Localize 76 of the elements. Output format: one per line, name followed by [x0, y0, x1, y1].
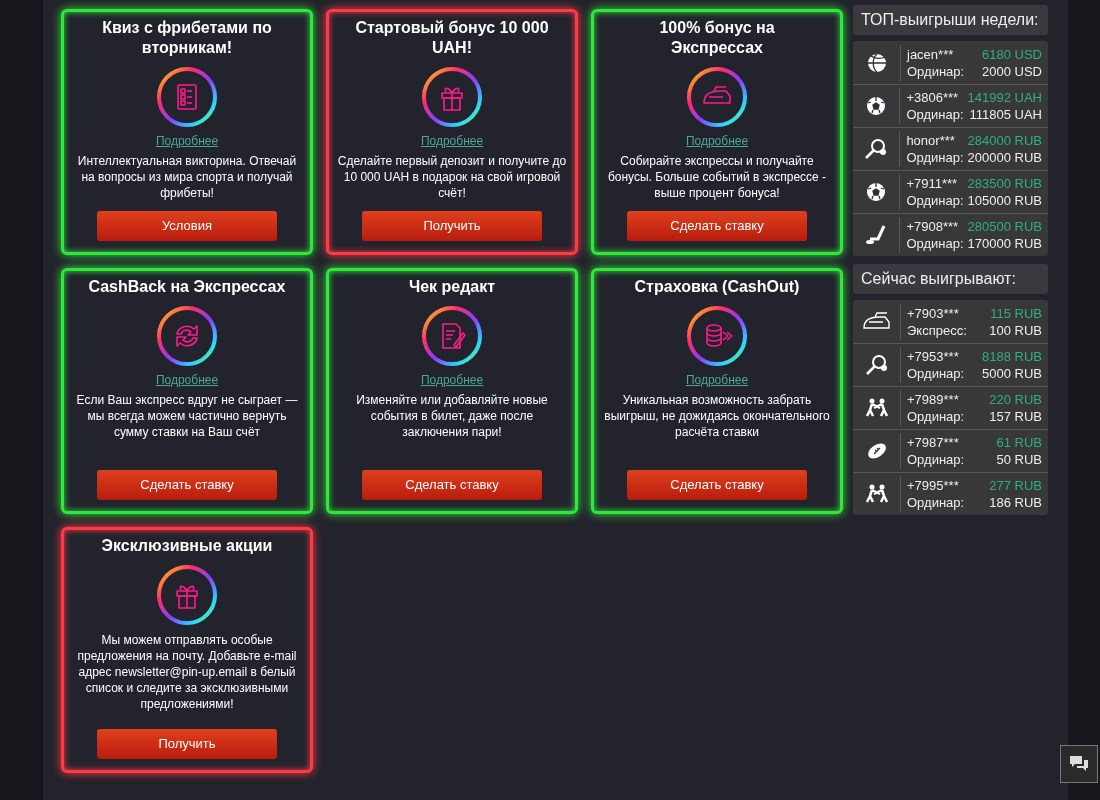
stake-amount: 2000 USD [981, 62, 1042, 80]
bet-type: Ординар: [906, 192, 964, 209]
checklist-icon [154, 64, 220, 130]
promo-description: Если Ваш экспресс вдруг не сыграет — мы всегда можем частично вернуть сумму ставки на Ваш счёт [75, 392, 299, 440]
win-amount: 283500 RUB [967, 175, 1042, 192]
details-link[interactable]: Подробнее [155, 133, 219, 149]
action-button[interactable]: Сделать ставку [627, 470, 807, 500]
promo-description: Интеллектуальная викторина. Отвечай на вопросы из мира спорта и получай фрибеты! [76, 153, 298, 201]
bet-type: Ординар: [906, 149, 964, 166]
stake-amount: 50 RUB [995, 451, 1042, 468]
bet-type: Ординар: [906, 106, 964, 123]
bet-type: Ординар: [907, 62, 965, 80]
bet-type: Ординар: [907, 494, 965, 511]
bet-type: Ординар: [907, 451, 965, 468]
action-button[interactable]: Получить [97, 729, 277, 759]
win-amount: 8188 RUB [981, 348, 1042, 365]
user-name: honor*** [906, 132, 956, 149]
user-name: +7995*** [907, 477, 960, 494]
coin-stack-icon [684, 303, 750, 369]
stake-amount: 186 RUB [988, 494, 1042, 511]
promo-title: Страховка (CashOut) [633, 277, 801, 297]
action-button[interactable]: Условия [97, 211, 277, 241]
win-amount: 61 RUB [995, 434, 1042, 451]
user-name: +7908*** [906, 218, 960, 235]
promo-title: Стартовый бонус 10 000 UAH! [354, 18, 550, 58]
stake-amount: 105000 RUB [967, 192, 1042, 209]
action-button[interactable]: Сделать ставку [362, 470, 542, 500]
user-name: +7903*** [907, 304, 960, 322]
details-link[interactable]: Подробнее [420, 133, 484, 149]
promo-description: Изменяйте или добавляйте новые события в билет, даже после заключения пари! [355, 392, 549, 440]
promo-title: CashBack на Экспрессах [87, 277, 287, 297]
details-link[interactable]: Подробнее [685, 372, 749, 388]
stake-amount: 157 RUB [988, 408, 1042, 425]
promo-title: Чек редакт [407, 277, 497, 297]
win-amount: 220 RUB [988, 391, 1042, 408]
bet-type: Ординар: [907, 408, 965, 425]
gift-icon [154, 562, 220, 628]
section-header: Сейчас выигрывают: [853, 264, 1048, 294]
details-link[interactable]: Подробнее [155, 372, 219, 388]
user-name: +7987*** [907, 434, 960, 451]
action-button[interactable]: Сделать ставку [97, 470, 277, 500]
win-amount: 115 RUB [989, 304, 1042, 322]
action-button[interactable]: Получить [362, 211, 542, 241]
promo-description: Уникальная возможность забрать выигрыш, не дожидаясь окончательного расчёта ставки [603, 392, 831, 440]
win-amount: 141992 UAH [967, 89, 1042, 106]
promo-description: Собирайте экспрессы и получайте бонусы. Больше событий в экспрессе - выше процент бонуса! [606, 153, 828, 201]
stake-amount: 170000 RUB [967, 235, 1042, 252]
stake-amount: 5000 RUB [981, 365, 1042, 382]
promo-description: Сделайте первый депозит и получите до 10 000 UAH в подарок на свой игровой счёт! [337, 153, 567, 201]
win-amount: 6180 USD [981, 45, 1042, 63]
win-amount: 284000 RUB [967, 132, 1042, 149]
bet-type: Ординар: [906, 235, 964, 252]
promo-description: Мы можем отправлять особые предложения на почту. Добавьте e-mail адрес newsletter@pin-up.email в белый список и следите за эксклюзивными предложениями! [76, 632, 298, 712]
bet-type: Ординар: [907, 365, 965, 382]
user-name: +3806*** [906, 89, 960, 106]
user-name: +7911*** [906, 175, 959, 192]
stake-amount: 100 RUB [988, 321, 1042, 339]
bet-type: Экспресс: [907, 321, 967, 339]
win-amount: 280500 RUB [967, 218, 1042, 235]
stake-amount: 200000 RUB [967, 149, 1042, 166]
win-amount: 277 RUB [988, 477, 1042, 494]
section-header: ТОП-выигрыши недели: [853, 5, 1048, 35]
details-link[interactable]: Подробнее [685, 133, 749, 149]
details-link[interactable]: Подробнее [420, 372, 484, 388]
promo-title: Квиз с фрибетами по вторникам! [101, 18, 273, 58]
document-pen-icon [419, 303, 485, 369]
arrows-cycle-icon [154, 303, 220, 369]
promo-title: Эксклюзивные акции [100, 536, 274, 556]
user-name: jacen*** [907, 45, 955, 63]
promo-title: 100% бонус на Экспрессах [658, 18, 776, 58]
user-name: +7989*** [907, 391, 960, 408]
action-button[interactable]: Сделать ставку [627, 211, 807, 241]
user-name: +7953*** [907, 348, 960, 365]
chat-button[interactable] [1060, 745, 1098, 783]
gift-icon [419, 64, 485, 130]
stake-amount: 111805 UAH [968, 106, 1042, 123]
